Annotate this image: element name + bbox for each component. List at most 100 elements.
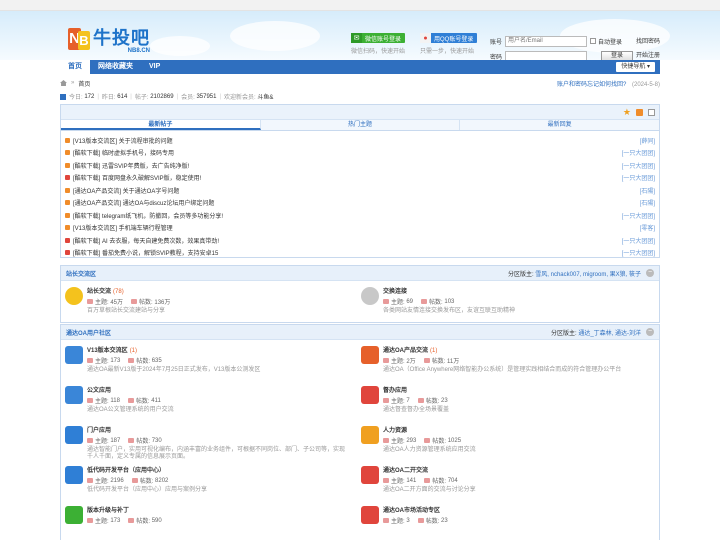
forum-title[interactable]: 门户应用 [87,428,111,434]
home-icon[interactable] [60,80,67,86]
thread-title[interactable]: [通达OA产品交流] 关于通达OA字号问题 [73,186,179,195]
post-count: 411 [151,397,161,404]
thread-title[interactable]: [酷软下载] telegram纸飞机，防撤回，会员等多功能分享! [73,211,223,220]
forum-title[interactable]: 通达OA二开交流 [383,468,428,474]
forum-title[interactable]: 人力资源 [383,428,407,434]
wechat-icon: ✉ [351,33,362,43]
nav-item-bookmarks[interactable]: 网络收藏夹 [90,60,141,74]
forum-description: 低代码开发平台（应用中心）应用与案例分享 [87,487,208,493]
nav-item-vip[interactable]: VIP [141,60,168,74]
forum-title[interactable]: 版本升级与补丁 [87,508,129,514]
forum-title[interactable]: 交换连接 [383,289,407,295]
thread-row[interactable]: [V13版本交流区] 手机端车辆行程管理 [零客] [65,222,655,235]
quick-nav-dropdown[interactable]: 快捷导航 ▾ [616,62,655,72]
forum-icon[interactable] [65,426,83,444]
thread-author[interactable]: [石陽] [640,198,655,207]
tab-latest-posts[interactable]: 最新帖子 [61,120,261,130]
latest-threads-panel: ★ 最新帖子 热门主题 最新回复 [V13版本交流区] 关于流程审批的问题 [薛同… [60,104,660,258]
main-nav: 首页 网络收藏夹 VIP 快捷导航 ▾ [60,60,660,74]
forum-icon[interactable] [361,287,379,305]
section-webmaster: 站长交流区 分区版主: 雪风, nchack007, migroom, 果X狼,… [60,265,660,323]
topic-icon [87,358,93,363]
forum-title[interactable]: 低代码开发平台（应用中心） [87,468,165,474]
site-header: NB 牛投吧 NB8.CN ✉ 微信账号登录 微信扫码，快速开始 ● 用QQ账号… [0,11,720,62]
thread-title[interactable]: [V13版本交流区] 手机端车辆行程管理 [73,223,173,232]
thread-row[interactable]: [V13版本交流区] 关于流程审批的问题 [薛同] [65,134,655,147]
topic-label: 主题: [95,519,109,525]
thread-row[interactable]: [通达OA产品交流] 通达OA与discuz论坛用户绑定问题 [石陽] [65,197,655,210]
find-password-link[interactable]: 找回密码 [636,36,660,45]
forum-icon[interactable] [361,426,379,444]
breadcrumb-home[interactable]: 首页 [78,79,90,88]
forum-icon[interactable] [65,346,83,364]
section-title[interactable]: 站长交流区 [66,269,96,278]
collapse-icon[interactable]: − [646,328,654,336]
thread-row[interactable]: [酷软下载] AI 去衣服，每天自建免费次数，效果真带劲! [一只大团团] [65,234,655,247]
forum-new-count: (1) [430,348,438,354]
thread-row[interactable]: [酷软下载] 迅雷SVIP年费版，去广告纯净版! [一只大团团] [65,159,655,172]
register-link[interactable]: 开始注册 [636,50,660,59]
thread-title[interactable]: [酷软下载] 百度网盘永久破解SVIP版，稳定使用! [73,173,201,182]
topic-label: 主题: [95,439,109,445]
thread-title[interactable]: [酷软下载] 临时虚拟手机号，接码专用 [73,148,174,157]
topic-icon [383,478,389,483]
star-icon[interactable]: ★ [623,108,631,117]
topic-icon [383,518,389,523]
forum-icon[interactable] [65,466,83,484]
thread-author[interactable]: [石陽] [640,186,655,195]
thread-row[interactable]: [酷软下载] 临时虚拟手机号，接码专用 [一只大团团] [65,147,655,160]
thread-row[interactable]: [酷软下载] telegram纸飞机，防撤回，会员等多功能分享! [一只大团团] [65,209,655,222]
thread-author[interactable]: [一只大团团] [622,248,655,257]
forum-title[interactable]: 公文应用 [87,388,111,394]
forum-icon[interactable] [361,386,379,404]
thread-row[interactable]: [酷软下载] 番茄免费小说，解锁SVIP教程，支持安卓15 [一只大团团] [65,247,655,260]
wechat-login-button[interactable]: ✉ 微信账号登录 [351,33,406,43]
forum-title[interactable]: V13版本交流区 [87,348,128,354]
forum-stats: 今日: 172 | 昨日: 614 | 帖子: 2102869 | 会员: 35795… [60,92,460,101]
thread-title[interactable]: [通达OA产品交流] 通达OA与discuz论坛用户绑定问题 [73,198,214,207]
forum-title[interactable]: 通达OA产品交流 [383,348,428,354]
tab-hot-topics[interactable]: 热门主题 [260,120,461,130]
qq-login-label: 用QQ账号登录 [434,36,474,43]
section-mods[interactable]: 通达_丁森林, 通达-刘洋 [578,331,641,337]
thread-author[interactable]: [零客] [640,223,655,232]
forum-title[interactable]: 站长交流 [87,289,111,295]
thread-row[interactable]: [酷软下载] 百度网盘永久破解SVIP版，稳定使用! [一只大团团] [65,172,655,185]
post-count: 23 [441,517,448,524]
site-logo[interactable]: NB 牛投吧 NB8.CN [68,22,150,54]
thread-title[interactable]: [酷软下载] 番茄免费小说，解锁SVIP教程，支持安卓15 [73,248,218,257]
stat-today: 172 [84,93,95,100]
section-title[interactable]: 通达OA用户社区 [66,328,111,337]
stat-welcome-member[interactable]: 斗鱼& [257,92,273,101]
forum-icon[interactable] [65,386,83,404]
forum-title[interactable]: 督办应用 [383,388,407,394]
thread-author[interactable]: [一只大团团] [622,161,655,170]
thread-title[interactable]: [V13版本交流区] 关于流程审批的问题 [73,136,173,145]
account-input[interactable] [505,35,587,47]
thread-author[interactable]: [薛同] [640,136,655,145]
thread-author[interactable]: [一只大团团] [622,148,655,157]
section-mods[interactable]: 雪风, nchack007, migroom, 果X狼, 筱子 [535,272,641,278]
thread-title[interactable]: [酷软下载] AI 去衣服，每天自建免费次数，效果真带劲! [73,236,219,245]
forum-icon[interactable] [65,287,83,305]
auto-login-label: 自动登录 [598,39,623,46]
nav-item-home[interactable]: 首页 [60,60,90,74]
collapse-icon[interactable]: − [646,269,654,277]
notice-link[interactable]: 账户和密码忘记如何找回? [557,82,626,88]
auto-login-checkbox[interactable] [590,38,596,44]
forum-icon[interactable] [361,346,379,364]
forum-icon[interactable] [361,466,379,484]
forum-icon[interactable] [65,506,83,524]
thread-author[interactable]: [一只大团团] [622,236,655,245]
thread-title[interactable]: [酷软下载] 迅雷SVIP年费版，去广告纯净版! [73,161,189,170]
forum-icon[interactable] [361,506,379,524]
thread-row[interactable]: [通达OA产品交流] 关于通达OA字号问题 [石陽] [65,184,655,197]
rss-icon[interactable] [636,109,643,116]
thread-author[interactable]: [一只大团团] [622,173,655,182]
topic-icon [383,398,389,403]
thread-author[interactable]: [一只大团团] [622,211,655,220]
qq-login-button[interactable]: ● 用QQ账号登录 [420,33,478,43]
collapse-icon[interactable] [648,109,655,116]
forum-title[interactable]: 通达OA市场活动专区 [383,508,440,514]
tab-latest-replies[interactable]: 最新回复 [460,120,660,130]
